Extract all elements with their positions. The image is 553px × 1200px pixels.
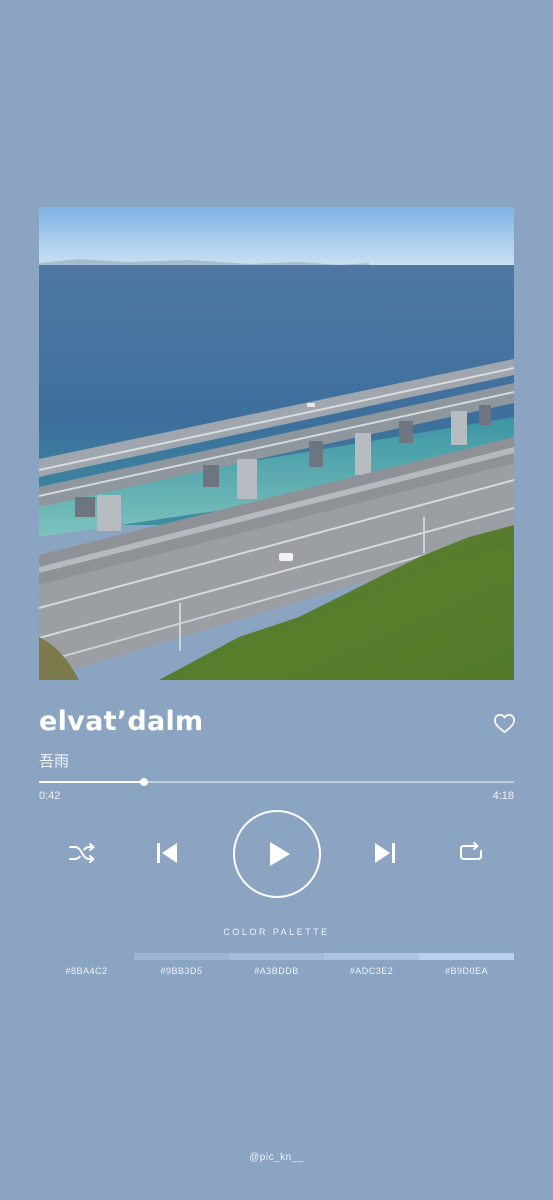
- palette-label: #9BB3D5: [160, 966, 203, 976]
- progress-fill: [39, 781, 144, 783]
- track-title: elvat’dalm: [39, 706, 204, 737]
- palette-swatch: [419, 953, 514, 960]
- elapsed-time: 0:42: [39, 790, 61, 802]
- progress-knob[interactable]: [139, 778, 148, 786]
- artist-name: 吾雨: [39, 752, 70, 770]
- heart-icon[interactable]: [493, 712, 516, 734]
- progress-bar[interactable]: [39, 778, 514, 786]
- play-icon: [270, 842, 290, 866]
- palette-labels: #8BA4C2 #9BB3D5 #A3BDDB #ADC3E2 #B9D0EA: [39, 966, 514, 976]
- play-button[interactable]: [233, 810, 321, 898]
- total-time: 4:18: [492, 790, 514, 802]
- skip-next-icon[interactable]: [374, 842, 396, 864]
- palette-label: #ADC3E2: [349, 966, 394, 976]
- palette-label: #8BA4C2: [65, 966, 108, 976]
- palette-swatch: [229, 953, 324, 960]
- palette-swatches: [39, 953, 514, 960]
- album-artwork: [39, 207, 514, 680]
- repeat-icon[interactable]: [459, 842, 483, 862]
- album-artwork-image: [39, 207, 514, 680]
- skip-previous-icon[interactable]: [156, 842, 178, 864]
- shuffle-icon[interactable]: [68, 842, 96, 864]
- palette-swatch: [324, 953, 419, 960]
- creator-credit: @pic_kn__: [249, 1152, 304, 1163]
- palette-label: #A3BDDB: [254, 966, 299, 976]
- palette-label: #B9D0EA: [444, 966, 489, 976]
- palette-swatch: [39, 953, 134, 960]
- palette-heading: COLOR PALETTE: [223, 927, 330, 937]
- palette-swatch: [134, 953, 229, 960]
